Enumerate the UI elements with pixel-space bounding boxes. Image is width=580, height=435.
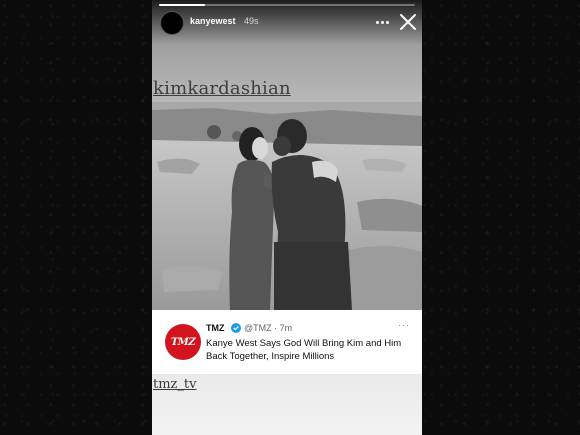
- story-username[interactable]: kanyewest: [190, 16, 236, 26]
- story-progress-fill: [159, 4, 206, 6]
- mention-sticker-kim[interactable]: kimkardashian: [153, 78, 291, 99]
- more-horizontal-icon[interactable]: [371, 11, 393, 33]
- mention-sticker-tmz[interactable]: tmz_tv: [153, 377, 196, 392]
- story-viewer[interactable]: kanyewest 49s kimkardashian TMZ TMZ @TMZ…: [152, 0, 422, 435]
- story-progress-bar: [159, 4, 415, 6]
- tweet-author-name[interactable]: TMZ: [206, 323, 225, 333]
- tweet-card[interactable]: TMZ TMZ @TMZ · 7m ··· Kanye West Says Go…: [152, 310, 422, 374]
- tmz-logo[interactable]: TMZ: [165, 324, 201, 360]
- avatar[interactable]: [160, 11, 184, 35]
- tweet-handle-time: @TMZ · 7m: [244, 323, 293, 333]
- tweet-more-icon[interactable]: ···: [398, 320, 410, 330]
- story-timestamp: 49s: [244, 16, 259, 26]
- couple-photo: [152, 102, 422, 310]
- verified-badge-icon: [231, 323, 241, 333]
- close-icon[interactable]: [396, 10, 420, 34]
- tweet-text: Kanye West Says God Will Bring Kim and H…: [206, 338, 402, 362]
